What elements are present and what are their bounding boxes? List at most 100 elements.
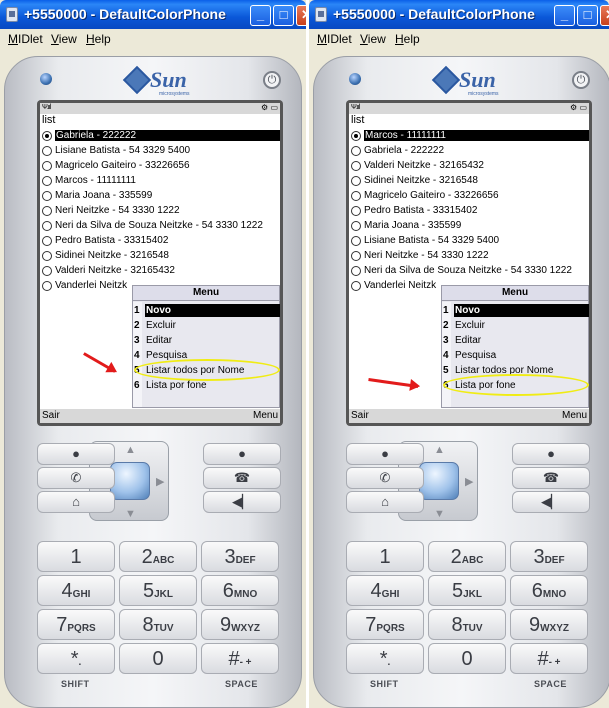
key-9[interactable]: 9WXYZ — [201, 609, 279, 640]
menu-item-1[interactable]: 1 Novo — [134, 304, 280, 318]
softkey-right-button[interactable]: ● — [203, 443, 281, 465]
key-7[interactable]: 7PQRS — [346, 609, 424, 640]
nav-right-icon[interactable]: ▶ — [465, 475, 473, 488]
minimize-button[interactable]: _ — [250, 5, 271, 26]
close-button[interactable]: ✕ — [296, 5, 306, 26]
key-0[interactable]: 0 — [428, 643, 506, 674]
radio-button[interactable] — [351, 161, 361, 171]
nav-up-icon[interactable]: ▲ — [125, 444, 136, 456]
clear-icon[interactable]: ◀▏ — [512, 491, 590, 513]
menu-item-2[interactable]: 2 Excluir — [134, 319, 280, 333]
home-icon[interactable]: ⌂ — [37, 491, 115, 513]
radio-button[interactable] — [351, 281, 361, 291]
nav-right-icon[interactable]: ▶ — [156, 475, 164, 488]
nav-down-icon[interactable]: ▼ — [125, 508, 136, 520]
radio-button[interactable] — [42, 281, 52, 291]
softkey-right[interactable]: Menu — [253, 410, 278, 421]
radio-button[interactable] — [351, 266, 361, 276]
key-6[interactable]: 6MNO — [201, 575, 279, 606]
minimize-button[interactable]: _ — [554, 5, 575, 26]
nav-up-icon[interactable]: ▲ — [434, 444, 445, 456]
menu-midlet[interactable]: MIDlet — [8, 32, 43, 46]
radio-button[interactable] — [42, 161, 52, 171]
key-4[interactable]: 4GHI — [37, 575, 115, 606]
radio-button[interactable] — [42, 206, 52, 216]
key-star[interactable]: *. — [346, 643, 424, 674]
menu-view[interactable]: View — [360, 32, 386, 46]
key-hash[interactable]: #- + — [201, 643, 279, 674]
menu-item-3[interactable]: 3 Editar — [134, 334, 280, 348]
maximize-button[interactable]: □ — [577, 5, 598, 26]
key-2[interactable]: 2ABC — [119, 541, 197, 572]
menu-item-4[interactable]: 4 Pesquisa — [443, 349, 589, 363]
radio-button[interactable] — [351, 236, 361, 246]
radio-button[interactable] — [351, 131, 361, 141]
key-4[interactable]: 4GHI — [346, 575, 424, 606]
nav-down-icon[interactable]: ▼ — [434, 508, 445, 520]
menu-help[interactable]: Help — [86, 32, 111, 46]
radio-button[interactable] — [351, 206, 361, 216]
radio-button[interactable] — [351, 191, 361, 201]
radio-button[interactable] — [42, 146, 52, 156]
key-1[interactable]: 1 — [37, 541, 115, 572]
menu-item-1[interactable]: 1 Novo — [443, 304, 589, 318]
menu-help[interactable]: Help — [395, 32, 420, 46]
select-button[interactable] — [110, 462, 150, 500]
softkey-left-button[interactable]: ● — [37, 443, 115, 465]
maximize-icon: □ — [583, 7, 592, 22]
key-hash[interactable]: #- + — [510, 643, 588, 674]
end-call-icon[interactable]: ☎ — [203, 467, 281, 489]
radio-button[interactable] — [42, 236, 52, 246]
close-button[interactable]: ✕ — [600, 5, 609, 26]
key-9[interactable]: 9WXYZ — [510, 609, 588, 640]
key-3[interactable]: 3DEF — [201, 541, 279, 572]
menu-title: Menu — [442, 286, 588, 301]
menu-view[interactable]: View — [51, 32, 77, 46]
key-2[interactable]: 2ABC — [428, 541, 506, 572]
radio-button[interactable] — [42, 251, 52, 261]
key-digit: 2 — [141, 546, 153, 568]
menu-midlet[interactable]: MIDlet — [317, 32, 352, 46]
key-7[interactable]: 7PQRS — [37, 609, 115, 640]
select-button[interactable] — [419, 462, 459, 500]
menu-item-6[interactable]: 6 Lista por fone — [134, 379, 280, 393]
radio-button[interactable] — [42, 191, 52, 201]
clear-icon[interactable]: ◀▏ — [203, 491, 281, 513]
radio-button[interactable] — [42, 131, 52, 141]
key-5[interactable]: 5JKL — [119, 575, 197, 606]
radio-button[interactable] — [351, 146, 361, 156]
radio-button[interactable] — [351, 221, 361, 231]
menu-item-2[interactable]: 2 Excluir — [443, 319, 589, 333]
key-1[interactable]: 1 — [346, 541, 424, 572]
key-6[interactable]: 6MNO — [510, 575, 588, 606]
key-3[interactable]: 3DEF — [510, 541, 588, 572]
call-icon[interactable]: ✆ — [37, 467, 115, 489]
menu-label: iew — [367, 32, 386, 46]
key-star[interactable]: *. — [37, 643, 115, 674]
home-icon[interactable]: ⌂ — [346, 491, 424, 513]
radio-button[interactable] — [42, 266, 52, 276]
softkey-right[interactable]: Menu — [562, 410, 587, 421]
list-item-label: Neri Neitzke - 54 3330 1222 — [364, 250, 489, 261]
key-8[interactable]: 8TUV — [428, 609, 506, 640]
power-icon[interactable]: ⏻ — [263, 71, 281, 89]
softkey-right-button[interactable]: ● — [512, 443, 590, 465]
key-letters: - + — [239, 657, 252, 668]
softkey-left[interactable]: Sair — [351, 410, 369, 421]
space-label: SPACE — [534, 679, 567, 689]
softkey-left[interactable]: Sair — [42, 410, 60, 421]
maximize-button[interactable]: □ — [273, 5, 294, 26]
softkey-left-button[interactable]: ● — [346, 443, 424, 465]
end-call-icon[interactable]: ☎ — [512, 467, 590, 489]
key-0[interactable]: 0 — [119, 643, 197, 674]
key-5[interactable]: 5JKL — [428, 575, 506, 606]
power-icon[interactable]: ⏻ — [572, 71, 590, 89]
radio-button[interactable] — [351, 176, 361, 186]
radio-button[interactable] — [351, 251, 361, 261]
key-8[interactable]: 8TUV — [119, 609, 197, 640]
radio-button[interactable] — [42, 221, 52, 231]
menu-item-3[interactable]: 3 Editar — [443, 334, 589, 348]
radio-button[interactable] — [42, 176, 52, 186]
emulator-window-right: +5550000 - DefaultColorPhone _ □ ✕ MIDlet Vie… — [309, 0, 609, 708]
call-icon[interactable]: ✆ — [346, 467, 424, 489]
